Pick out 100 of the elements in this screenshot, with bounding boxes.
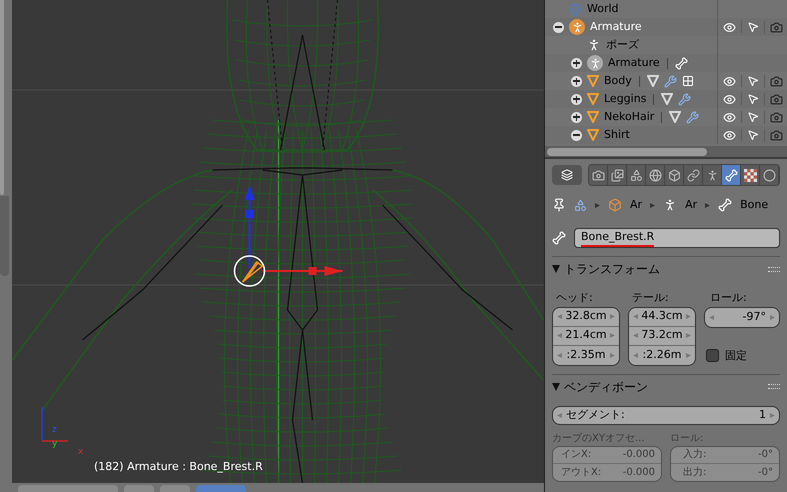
viewport-info-text: (182) Armature : Bone_Brest.R: [94, 458, 263, 475]
selected-bone-drawing: [234, 255, 266, 287]
properties-tab[interactable]: [608, 165, 627, 185]
properties-tab[interactable]: [589, 165, 608, 185]
camera-icon[interactable]: [770, 128, 782, 142]
decrement-arrow-icon: [633, 352, 638, 358]
mesh-triangle-icon: [587, 111, 599, 123]
scrollbar-thumb[interactable]: [547, 148, 707, 156]
increment-arrow-icon: [610, 352, 615, 358]
editor-type-button[interactable]: [552, 165, 582, 185]
increment-arrow-icon: [610, 314, 615, 319]
expand-toggle[interactable]: [571, 94, 582, 104]
checkbox-label: 固定: [725, 348, 747, 364]
bone-icon: [552, 231, 566, 245]
properties-tab[interactable]: [646, 165, 665, 185]
outliner-item[interactable]: Armature: [590, 18, 642, 36]
axis-label: x: [78, 448, 84, 457]
checkbox[interactable]: [706, 349, 719, 362]
cursor-icon[interactable]: [747, 129, 759, 141]
expand-toggle[interactable]: [571, 76, 582, 86]
field-label: ヘッド:: [555, 290, 594, 306]
pin-icon[interactable]: [552, 198, 566, 212]
increment-arrow-icon: [770, 412, 775, 418]
3d-viewport[interactable]: z y x (182) Armature : Bone_Brest.R: [12, 0, 544, 483]
drag-handle-icon[interactable]: [768, 266, 780, 272]
scrollbar-thumb[interactable]: [0, 0, 4, 195]
wrench-icon: [664, 74, 677, 88]
number-field[interactable]: :2.35m: [553, 346, 619, 364]
eye-icon[interactable]: [723, 92, 736, 106]
properties-tab[interactable]: [741, 165, 760, 185]
axis-label: y: [52, 440, 58, 449]
properties-tab[interactable]: [722, 165, 741, 185]
camera-icon[interactable]: [770, 20, 782, 34]
number-field[interactable]: 44.3cm: [629, 308, 695, 326]
number-field[interactable]: -97°: [705, 308, 779, 326]
outliner-item[interactable]: Shirt: [604, 126, 630, 144]
properties-tab[interactable]: [684, 165, 703, 185]
properties-tab[interactable]: [627, 165, 646, 185]
layers-icon: [561, 169, 573, 181]
cursor-icon[interactable]: [747, 93, 759, 105]
field-label: カーブのXYオフセ...: [552, 432, 646, 446]
decrement-arrow-icon: [709, 314, 714, 320]
camera-icon[interactable]: [770, 92, 782, 106]
stick-figure-icon: [706, 168, 718, 182]
eye-icon[interactable]: [723, 74, 736, 88]
bone-icon: [674, 56, 688, 70]
outliner-item[interactable]: ポーズ: [606, 36, 639, 54]
wrench-icon: [678, 92, 692, 106]
collapse-arrow-icon: [552, 265, 560, 273]
increment-arrow-icon: [686, 352, 691, 358]
mesh-data-icon: [646, 75, 659, 87]
properties-tab[interactable]: [665, 165, 684, 185]
circle-icon: [762, 168, 776, 182]
properties-tab[interactable]: [703, 165, 722, 185]
cursor-icon[interactable]: [747, 75, 759, 87]
stick-figure-icon: [587, 38, 601, 52]
number-field[interactable]: :2.26m: [629, 346, 695, 364]
images-icon: [610, 168, 624, 182]
breadcrumb-item[interactable]: Bone: [740, 196, 768, 214]
drag-handle-icon[interactable]: [768, 384, 780, 389]
wrench-icon: [686, 110, 700, 124]
increment-arrow-icon: [686, 314, 691, 319]
panel-header[interactable]: トランスフォーム: [564, 260, 660, 278]
breadcrumb-item[interactable]: Ar: [685, 196, 698, 214]
number-field[interactable]: 73.2cm: [629, 326, 695, 346]
expand-toggle[interactable]: [553, 22, 564, 32]
chevron-icon: [650, 202, 656, 208]
outliner-item[interactable]: World: [587, 0, 619, 18]
bone-name-field[interactable]: Bone_Brest.R: [574, 228, 780, 248]
decrement-arrow-icon: [557, 333, 562, 338]
shapes-icon: [574, 198, 587, 212]
eye-icon[interactable]: [723, 20, 736, 34]
camera-icon[interactable]: [770, 110, 782, 124]
outliner-item[interactable]: Leggins: [604, 90, 646, 108]
outliner-item[interactable]: Body: [604, 72, 632, 90]
breadcrumb-item[interactable]: Ar: [630, 196, 642, 214]
increment-arrow-icon: [610, 333, 615, 338]
mesh-triangle-icon: [587, 129, 599, 141]
outliner-item[interactable]: NekoHair: [604, 108, 654, 126]
number-field[interactable]: 21.4cm: [553, 326, 619, 346]
expand-toggle[interactable]: [571, 130, 582, 140]
camera-icon[interactable]: [770, 74, 782, 88]
outliner-item[interactable]: Armature: [608, 54, 660, 72]
cursor-icon[interactable]: [747, 21, 759, 33]
camera-icon: [592, 168, 604, 182]
cursor-icon[interactable]: [747, 111, 759, 123]
increment-arrow-icon: [770, 314, 775, 320]
globe-icon: [648, 168, 662, 182]
mesh-triangle-icon: [587, 93, 599, 105]
stick-figure-icon: [569, 19, 585, 35]
cube-icon: [608, 198, 622, 212]
link-icon: [686, 168, 700, 182]
expand-toggle[interactable]: [571, 58, 582, 68]
eye-icon[interactable]: [723, 128, 736, 142]
eye-icon[interactable]: [723, 110, 736, 124]
field-label: テール:: [631, 290, 670, 306]
expand-toggle[interactable]: [571, 112, 582, 122]
properties-tab[interactable]: [760, 165, 779, 185]
number-field[interactable]: 32.8cm: [553, 308, 619, 326]
checker-icon: [744, 168, 756, 182]
